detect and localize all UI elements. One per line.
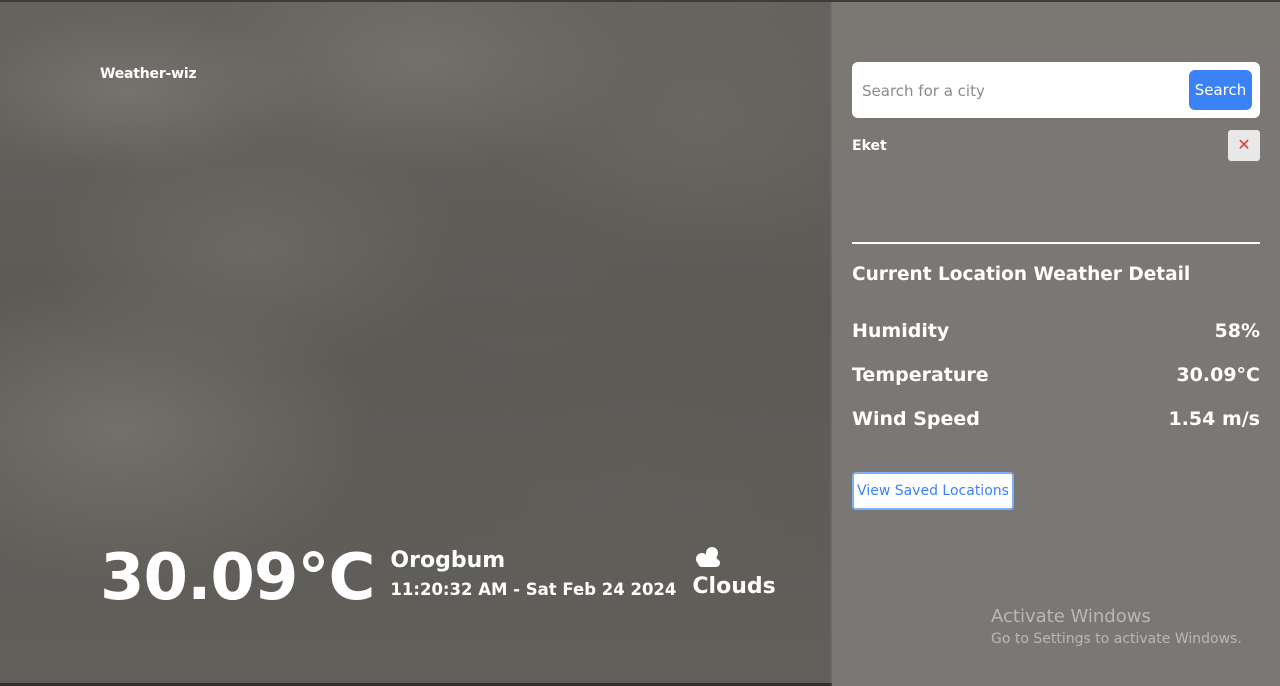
watermark-subtitle: Go to Settings to activate Windows. (991, 631, 1242, 647)
recent-location-item[interactable]: Eket ✕ (852, 130, 1260, 162)
detail-value: 1.54 m/s (1168, 408, 1260, 430)
detail-value: 58% (1214, 320, 1260, 342)
activate-windows-watermark: Activate Windows Go to Settings to activ… (991, 606, 1242, 649)
current-datetime: 11:20:32 AM - Sat Feb 24 2024 (390, 580, 677, 599)
condition-block: Clouds (692, 544, 776, 600)
detail-label: Temperature (852, 364, 989, 386)
recent-location-name[interactable]: Eket (852, 138, 887, 154)
weather-app: Weather-wiz 30.09°C Orogbum 11:20:32 AM … (0, 0, 1280, 686)
current-temperature: 30.09°C (100, 541, 375, 615)
remove-location-button[interactable]: ✕ (1228, 130, 1260, 161)
divider (852, 242, 1260, 244)
detail-value: 30.09°C (1176, 364, 1260, 386)
detail-row-wind-speed: Wind Speed 1.54 m/s (852, 408, 1260, 434)
cloud-icon (696, 547, 721, 567)
current-weather: 30.09°C Orogbum 11:20:32 AM - Sat Feb 24… (100, 540, 776, 614)
condition-label: Clouds (692, 574, 776, 599)
view-saved-locations-button[interactable]: View Saved Locations (852, 472, 1014, 510)
city-name: Orogbum (390, 548, 506, 573)
location-block: Orogbum 11:20:32 AM - Sat Feb 24 2024 (390, 548, 676, 600)
detail-title: Current Location Weather Detail (852, 264, 1191, 285)
search-input[interactable] (860, 74, 1184, 108)
side-panel: Search Eket ✕ Current Location Weather D… (832, 2, 1280, 686)
brand-logo[interactable]: Weather-wiz (100, 66, 197, 82)
detail-row-humidity: Humidity 58% (852, 320, 1260, 346)
detail-label: Wind Speed (852, 408, 980, 430)
search-box: Search (852, 62, 1260, 118)
search-button[interactable]: Search (1189, 70, 1252, 110)
detail-label: Humidity (852, 320, 950, 342)
detail-row-temperature: Temperature 30.09°C (852, 364, 1260, 390)
watermark-title: Activate Windows (991, 606, 1151, 627)
